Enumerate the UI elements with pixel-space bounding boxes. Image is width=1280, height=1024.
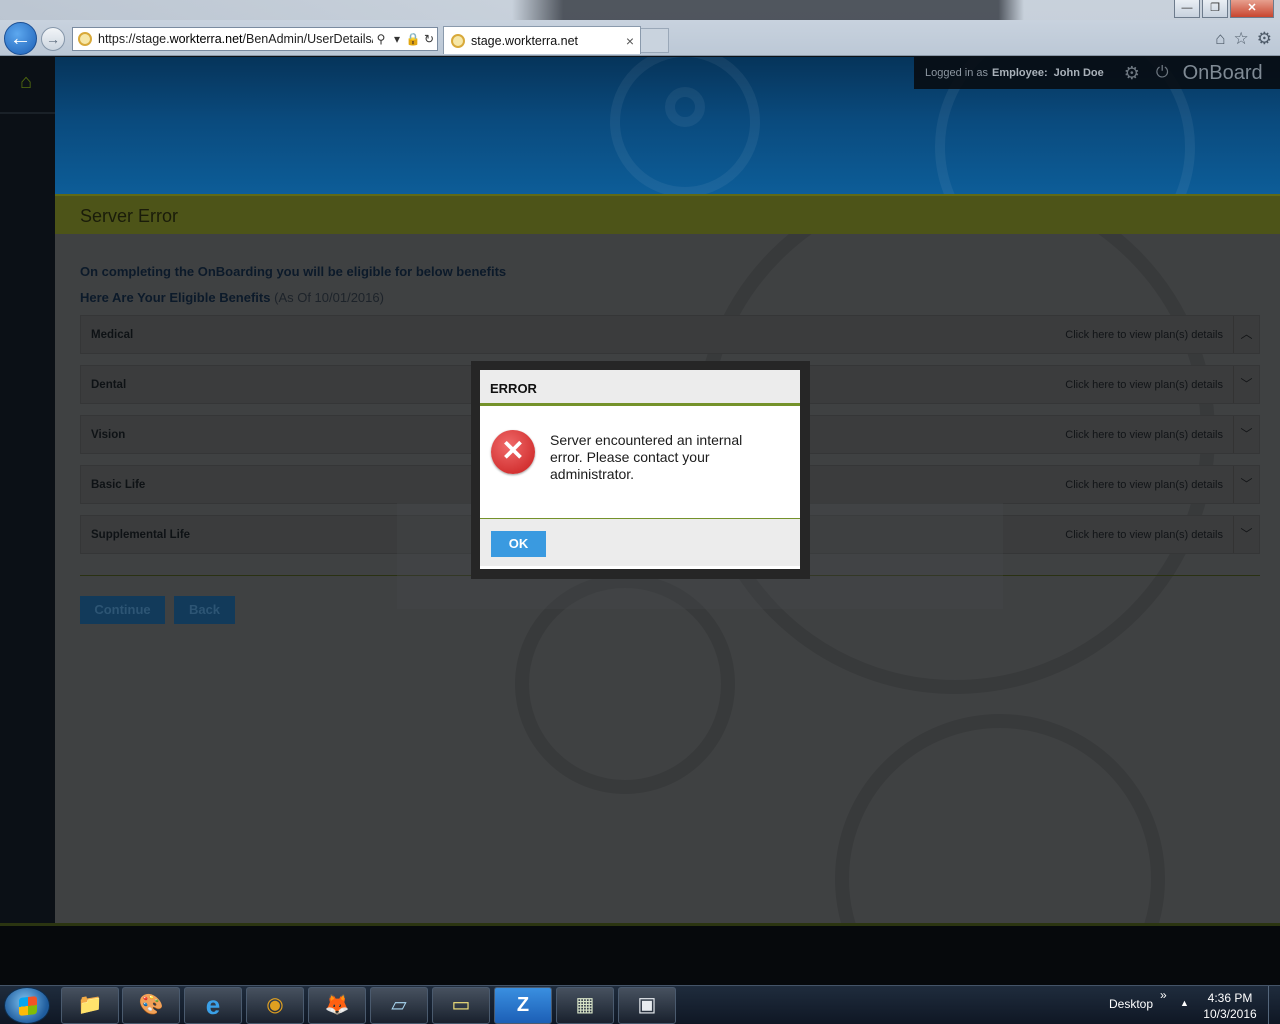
view-plan-details-link[interactable]: Click here to view plan(s) details bbox=[1065, 379, 1223, 391]
logged-in-label: Logged in as bbox=[925, 67, 988, 79]
back-button-app[interactable]: Back bbox=[174, 596, 235, 624]
view-plan-details-link[interactable]: Click here to view plan(s) details bbox=[1065, 479, 1223, 491]
favorites-star-icon[interactable]: ☆ bbox=[1234, 29, 1249, 49]
clock[interactable]: 4:36 PM 10/3/2016 bbox=[1200, 990, 1260, 1022]
minimize-button[interactable]: — bbox=[1174, 0, 1200, 18]
taskbar-paint-icon[interactable]: 🎨 bbox=[122, 987, 180, 1024]
chevron-up-icon[interactable]: ︿ bbox=[1233, 316, 1259, 353]
error-icon: ✕ bbox=[491, 430, 535, 474]
taskbar-calculator-icon[interactable]: ▦ bbox=[556, 987, 614, 1024]
maximize-button[interactable]: ❐ bbox=[1202, 0, 1228, 18]
chevron-down-icon[interactable]: ﹀ bbox=[1233, 416, 1259, 453]
taskbar-internet-explorer-icon[interactable]: e bbox=[184, 987, 242, 1024]
benefit-label: Basic Life bbox=[91, 478, 146, 491]
benefit-label: Dental bbox=[91, 378, 127, 391]
benefit-label: Supplemental Life bbox=[91, 528, 191, 541]
tray-expand-icon[interactable]: ▲ bbox=[1180, 998, 1189, 1008]
taskbar-firefox-icon[interactable]: 🦊 bbox=[308, 987, 366, 1024]
taskbar: 📁 🎨 e ◉ 🦊 ▱ ▭ Z ▦ ▣ Desktop » ▲ 4:36 PM … bbox=[0, 985, 1280, 1024]
start-button[interactable] bbox=[4, 987, 50, 1024]
dialog-footer: OK bbox=[480, 519, 800, 566]
url-prefix: https://stage. bbox=[98, 32, 170, 46]
dropdown-icon[interactable]: ▾ bbox=[389, 32, 405, 46]
taskbar-sticky-notes-icon[interactable]: ▭ bbox=[432, 987, 490, 1024]
user-bar: Logged in as Employee: John Doe ⚙ ⏻ OnBo… bbox=[914, 57, 1280, 89]
ok-button[interactable]: OK bbox=[491, 531, 546, 557]
chevron-down-icon[interactable]: ﹀ bbox=[1233, 466, 1259, 503]
taskbar-file-explorer-icon[interactable]: 📁 bbox=[61, 987, 119, 1024]
dialog-body: ✕ Server encountered an internal error. … bbox=[480, 406, 800, 519]
page-title-bar: Server Error bbox=[55, 194, 1280, 234]
address-url[interactable]: https://stage.workterra.net/BenAdmin/Use… bbox=[98, 32, 373, 46]
app-home-icon[interactable]: ⌂ bbox=[15, 71, 37, 93]
left-nav-rail: ⌂ bbox=[0, 57, 55, 923]
taskbar-window-app-icon[interactable]: ▣ bbox=[618, 987, 676, 1024]
eligible-benefits-heading: Here Are Your Eligible Benefits (As Of 1… bbox=[80, 290, 384, 305]
app-brand: OnBoard bbox=[1182, 61, 1263, 84]
rail-divider bbox=[0, 112, 55, 114]
continue-button[interactable]: Continue bbox=[80, 596, 165, 624]
banner-decoration bbox=[665, 87, 705, 127]
browser-toolbar-icons: ⌂ ☆ ⚙ bbox=[1215, 29, 1272, 49]
chevron-down-icon[interactable]: ﹀ bbox=[1233, 516, 1259, 553]
back-button[interactable]: ← bbox=[4, 22, 37, 55]
eligible-heading-text: Here Are Your Eligible Benefits bbox=[80, 290, 271, 305]
lock-icon[interactable]: 🔒 bbox=[405, 32, 421, 46]
tab-title: stage.workterra.net bbox=[471, 33, 578, 48]
view-plan-details-link[interactable]: Click here to view plan(s) details bbox=[1065, 529, 1223, 541]
browser-chrome: — ❐ ✕ ← → https://stage.workterra.net/Be… bbox=[0, 0, 1280, 56]
site-favicon-icon bbox=[78, 32, 92, 46]
toolbar-chevron-icon[interactable]: » bbox=[1160, 988, 1167, 1002]
url-domain: workterra.net bbox=[169, 32, 243, 46]
user-name: John Doe bbox=[1053, 67, 1104, 79]
tab-favicon-icon bbox=[451, 33, 465, 48]
eligible-asof-date: (As Of 10/01/2016) bbox=[274, 290, 384, 305]
home-icon[interactable]: ⌂ bbox=[1215, 29, 1225, 49]
view-plan-details-link[interactable]: Click here to view plan(s) details bbox=[1065, 329, 1223, 341]
error-dialog: ERROR ✕ Server encountered an internal e… bbox=[480, 370, 800, 569]
url-path: /BenAdmin/UserDetails/I bbox=[242, 32, 373, 46]
view-plan-details-link[interactable]: Click here to view plan(s) details bbox=[1065, 429, 1223, 441]
page-title: Server Error bbox=[80, 206, 179, 226]
windows-logo-icon bbox=[19, 996, 37, 1016]
benefit-label: Medical bbox=[91, 328, 134, 341]
tab-close-icon[interactable]: × bbox=[626, 33, 634, 49]
page-footer bbox=[0, 923, 1280, 985]
taskbar-zoom-icon[interactable]: Z bbox=[494, 987, 552, 1024]
taskbar-chrome-icon[interactable]: ◉ bbox=[246, 987, 304, 1024]
forward-button[interactable]: → bbox=[41, 27, 65, 51]
dialog-title: ERROR bbox=[480, 370, 800, 406]
background-decoration bbox=[835, 714, 1165, 923]
browser-tab[interactable]: stage.workterra.net × bbox=[443, 26, 641, 54]
benefit-label: Vision bbox=[91, 428, 126, 441]
logout-power-icon[interactable]: ⏻ bbox=[1156, 64, 1169, 82]
chevron-down-icon[interactable]: ﹀ bbox=[1233, 366, 1259, 403]
clock-date: 10/3/2016 bbox=[1203, 1007, 1257, 1021]
error-message: Server encountered an internal error. Pl… bbox=[550, 432, 743, 482]
clock-time: 4:36 PM bbox=[1207, 991, 1253, 1005]
taskbar-notepad-icon[interactable]: ▱ bbox=[370, 987, 428, 1024]
settings-gear-icon[interactable]: ⚙ bbox=[1124, 63, 1140, 84]
new-tab-button[interactable] bbox=[641, 28, 669, 53]
close-window-button[interactable]: ✕ bbox=[1230, 0, 1274, 18]
refresh-icon[interactable]: ↻ bbox=[421, 32, 437, 46]
window-controls: — ❐ ✕ bbox=[1174, 0, 1274, 18]
address-bar[interactable]: https://stage.workterra.net/BenAdmin/Use… bbox=[72, 27, 438, 51]
desktop-toolbar-label[interactable]: Desktop bbox=[1109, 997, 1153, 1011]
user-role: Employee: bbox=[992, 67, 1048, 79]
search-icon[interactable]: ⚲ bbox=[373, 32, 389, 46]
tools-gear-icon[interactable]: ⚙ bbox=[1257, 29, 1272, 49]
benefit-row-medical[interactable]: Medical Click here to view plan(s) detai… bbox=[80, 315, 1260, 354]
onboarding-intro: On completing the OnBoarding you will be… bbox=[80, 264, 507, 279]
window-titlebar bbox=[0, 0, 1280, 20]
show-desktop-button[interactable] bbox=[1268, 986, 1280, 1024]
header-banner: Logged in as Employee: John Doe ⚙ ⏻ OnBo… bbox=[55, 57, 1280, 194]
